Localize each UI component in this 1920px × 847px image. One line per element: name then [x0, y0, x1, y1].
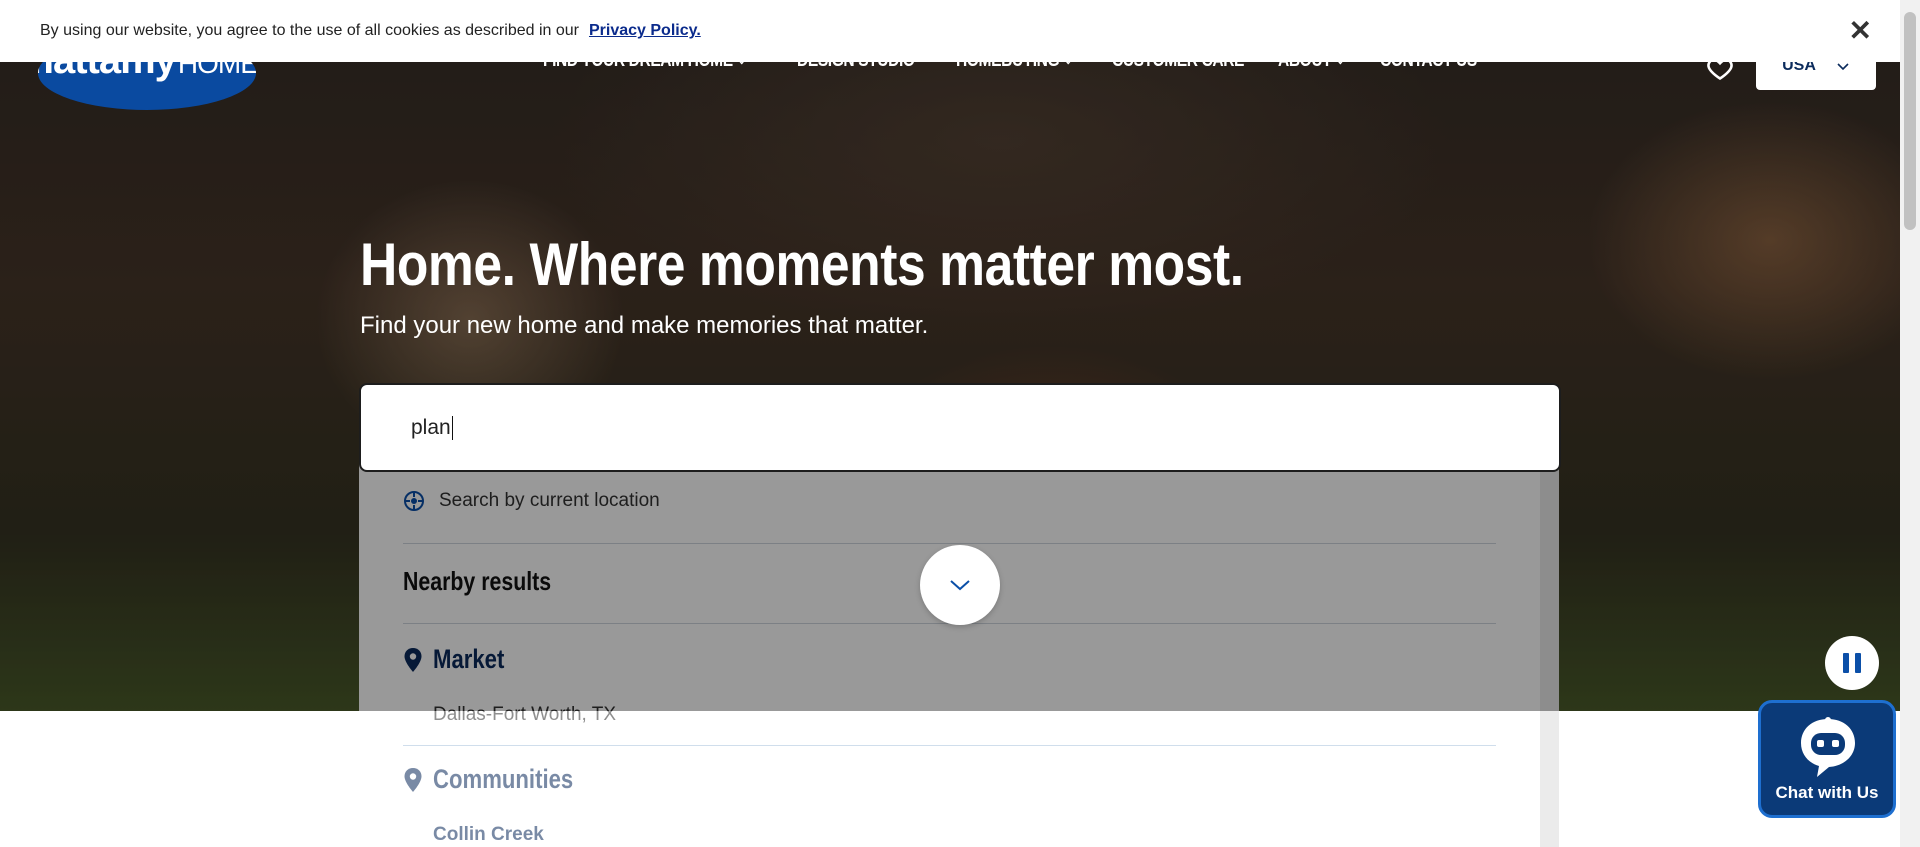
page-scrollbar-thumb[interactable]	[1904, 12, 1916, 230]
chat-label: Chat with Us	[1775, 783, 1879, 802]
nearby-results-title: Nearby results	[403, 566, 552, 596]
chatbot-icon	[1801, 717, 1855, 777]
communities-category: Communities	[403, 764, 604, 795]
hero-subhead: Find your new home and make memories tha…	[360, 312, 929, 339]
market-category: Market	[403, 644, 520, 675]
text-caret	[451, 415, 453, 440]
cookie-text: By using our website, you agree to the u…	[40, 22, 579, 39]
community-result-item[interactable]: Collin Creek	[433, 824, 544, 846]
search-input-value: plan	[411, 415, 451, 439]
current-location-label: Search by current location	[439, 490, 660, 511]
hero-headline: Home. Where moments matter most.	[360, 231, 1244, 298]
pause-icon	[1855, 653, 1861, 673]
divider	[403, 543, 1496, 544]
crosshair-icon	[404, 491, 424, 511]
chevron-down-icon	[1837, 63, 1849, 71]
chat-widget-button[interactable]: Chat with Us	[1758, 700, 1896, 818]
map-pin-icon	[404, 647, 422, 672]
scroll-down-button[interactable]	[920, 545, 1000, 625]
search-input[interactable]: plan	[359, 383, 1561, 472]
chevron-down-icon	[950, 580, 970, 591]
search-suggestions-dropdown: Search by current location Nearby result…	[359, 458, 1559, 847]
market-result-item[interactable]: Dallas-Fort Worth, TX	[433, 704, 616, 726]
market-label: Market	[433, 644, 505, 674]
dropdown-scrollbar[interactable]	[1540, 458, 1559, 847]
cookie-banner: By using our website, you agree to the u…	[0, 0, 1900, 62]
map-pin-icon	[404, 767, 422, 792]
divider	[403, 745, 1496, 746]
pause-icon	[1843, 653, 1849, 673]
close-icon[interactable]: ✕	[1849, 14, 1872, 47]
current-location-option[interactable]: Search by current location	[403, 490, 660, 512]
privacy-policy-link[interactable]: Privacy Policy.	[589, 22, 701, 40]
communities-label: Communities	[433, 764, 574, 794]
pause-video-button[interactable]	[1825, 636, 1879, 690]
